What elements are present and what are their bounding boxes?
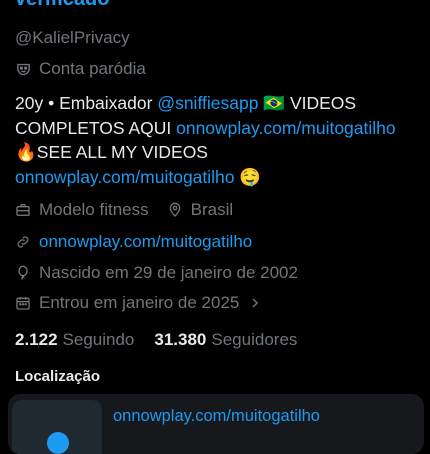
map-dot-icon <box>47 432 69 454</box>
location-card[interactable]: onnowplay.com/muitogatilho <box>8 394 424 454</box>
follow-stats: 2.122 Seguindo 31.380 Seguidores <box>15 330 297 350</box>
website-link[interactable]: onnowplay.com/muitogatilho <box>39 232 252 252</box>
birth-label: Nascido em 29 de janeiro de 2002 <box>39 263 298 282</box>
birth-row: Nascido em 29 de janeiro de 2002 <box>15 263 298 283</box>
balloon-icon <box>15 265 31 281</box>
chevron-right-icon <box>247 295 263 311</box>
following-stat[interactable]: 2.122 Seguindo <box>15 330 134 350</box>
bio-link[interactable]: onnowplay.com/muitogatilho <box>176 118 396 138</box>
joined-label: Entrou em janeiro de 2025 <box>39 293 240 312</box>
link-icon <box>15 234 31 250</box>
profile-bio: 20y • Embaixador @sniffiesapp 🇧🇷 VIDEOS … <box>15 91 415 189</box>
profile-name: verificado <box>15 0 109 11</box>
mask-icon <box>15 61 32 78</box>
following-count: 2.122 <box>15 330 58 349</box>
briefcase-icon <box>15 202 31 218</box>
parody-badge: Conta paródia <box>15 59 146 79</box>
card-thumbnail <box>12 400 102 454</box>
followers-stat[interactable]: 31.380 Seguidores <box>154 330 297 350</box>
bio-text: 20y • Embaixador <box>15 93 158 113</box>
calendar-icon <box>15 295 31 311</box>
location-pin-icon <box>167 202 183 218</box>
bio-text: 🔥SEE ALL MY VIDEOS <box>15 142 208 162</box>
location-label: Brasil <box>190 200 234 219</box>
joined-row[interactable]: Entrou em janeiro de 2025 <box>15 293 271 313</box>
followers-count: 31.380 <box>154 330 207 349</box>
following-label: Seguindo <box>62 330 135 349</box>
bio-mention[interactable]: @sniffiesapp <box>157 93 258 113</box>
category-label: Modelo fitness <box>39 200 149 219</box>
followers-label: Seguidores <box>211 330 298 349</box>
bio-link[interactable]: onnowplay.com/muitogatilho <box>15 167 235 187</box>
bio-emoji: 🤤 <box>234 166 262 187</box>
website-row[interactable]: onnowplay.com/muitogatilho <box>15 232 252 252</box>
location-section-title: Localização <box>15 368 101 385</box>
parody-label: Conta paródia <box>39 59 146 78</box>
bio-flag: 🇧🇷 <box>258 93 290 113</box>
profile-meta-row: Modelo fitness Brasil <box>15 200 233 220</box>
profile-handle: @KalielPrivacy <box>15 28 130 47</box>
card-link[interactable]: onnowplay.com/muitogatilho <box>113 407 320 426</box>
